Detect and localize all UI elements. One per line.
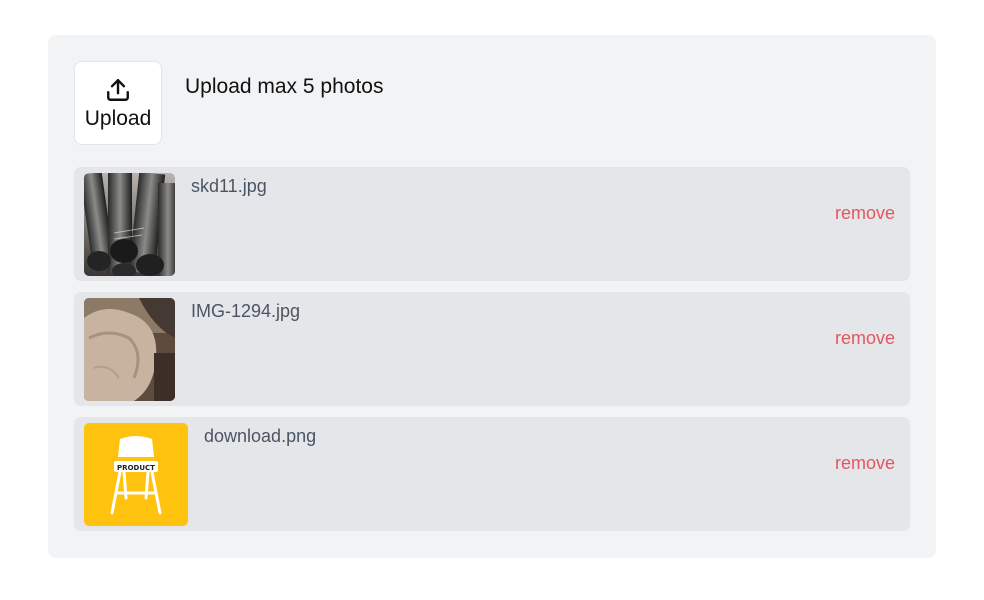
upload-button[interactable]: Upload <box>74 61 162 145</box>
upload-button-label: Upload <box>84 107 152 130</box>
upload-panel: Upload Upload max 5 photos skd11.jpg rem… <box>48 35 936 558</box>
file-list: skd11.jpg remove IMG-1294.jpg remove PRO… <box>74 167 910 542</box>
remove-button[interactable]: remove <box>835 203 895 224</box>
file-item: skd11.jpg remove <box>74 167 910 281</box>
file-item: IMG-1294.jpg remove <box>74 292 910 406</box>
file-name: IMG-1294.jpg <box>191 301 301 321</box>
file-item: PRODUCT download.png remove <box>74 417 910 531</box>
file-thumbnail <box>84 173 175 276</box>
upload-icon <box>107 79 129 101</box>
remove-button[interactable]: remove <box>835 328 895 349</box>
file-thumbnail <box>84 298 175 401</box>
file-thumbnail: PRODUCT <box>84 423 188 526</box>
product-logo-text: PRODUCT <box>117 464 155 472</box>
file-name: skd11.jpg <box>191 176 267 196</box>
remove-button[interactable]: remove <box>835 453 895 474</box>
upload-hint: Upload max 5 photos <box>185 75 384 98</box>
file-name: download.png <box>204 426 317 446</box>
